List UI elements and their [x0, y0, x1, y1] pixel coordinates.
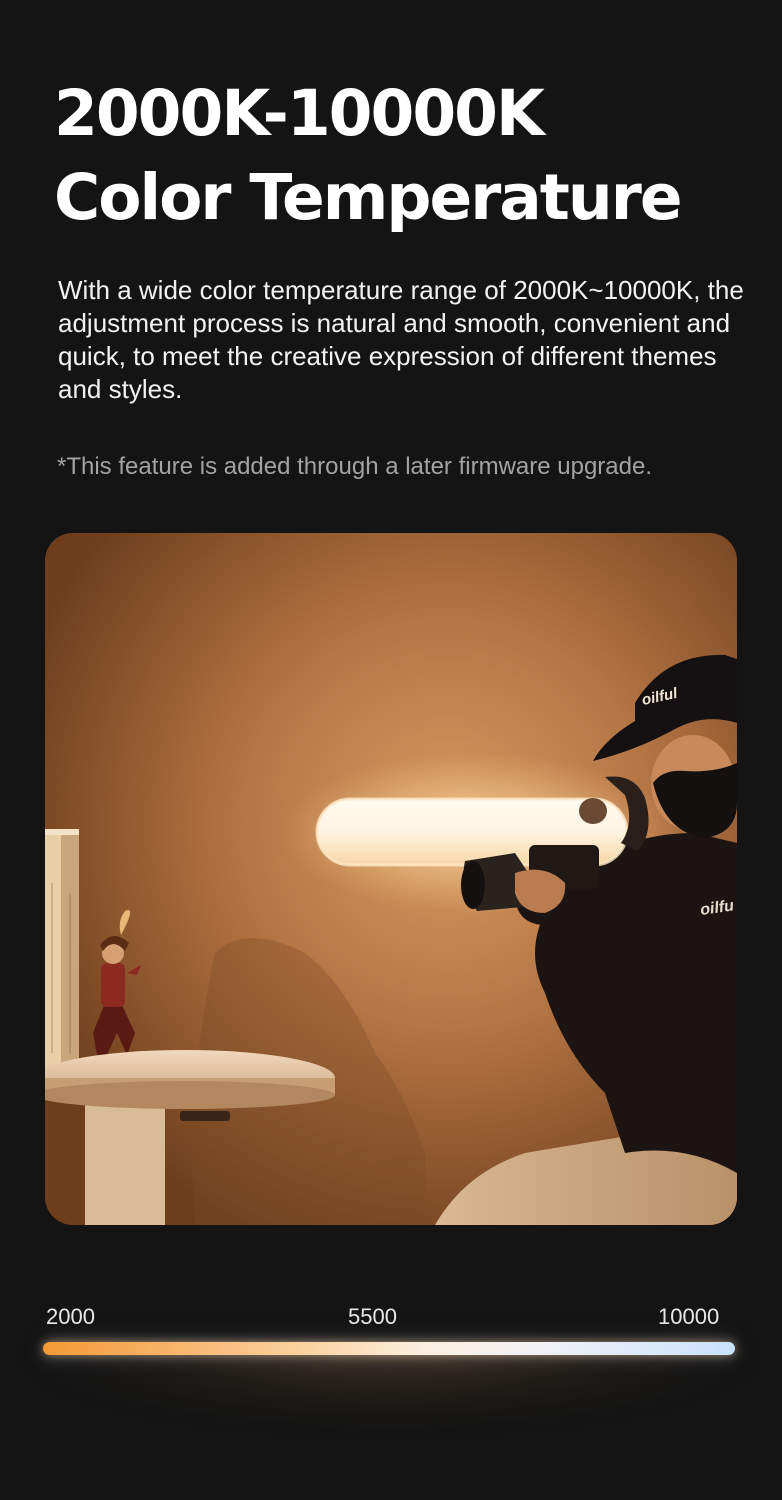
- books: [45, 829, 79, 1079]
- feature-description: With a wide color temperature range of 2…: [58, 275, 744, 404]
- slider-glow: [30, 1346, 750, 1426]
- firmware-footnote: *This feature is added through a later f…: [57, 453, 652, 480]
- product-photo: oilfu oilful: [45, 533, 737, 1225]
- title-line-1: 2000K-10000K: [54, 77, 545, 150]
- scale-label-min: 2000: [46, 1304, 95, 1329]
- scale-label-mid: 5500: [348, 1304, 397, 1329]
- title-line-2: Color Temperature: [54, 161, 683, 234]
- color-temperature-bar: [43, 1342, 735, 1355]
- page-title: 2000K-10000K Color Temperature: [54, 72, 683, 240]
- scale-label-max: 10000: [658, 1304, 720, 1329]
